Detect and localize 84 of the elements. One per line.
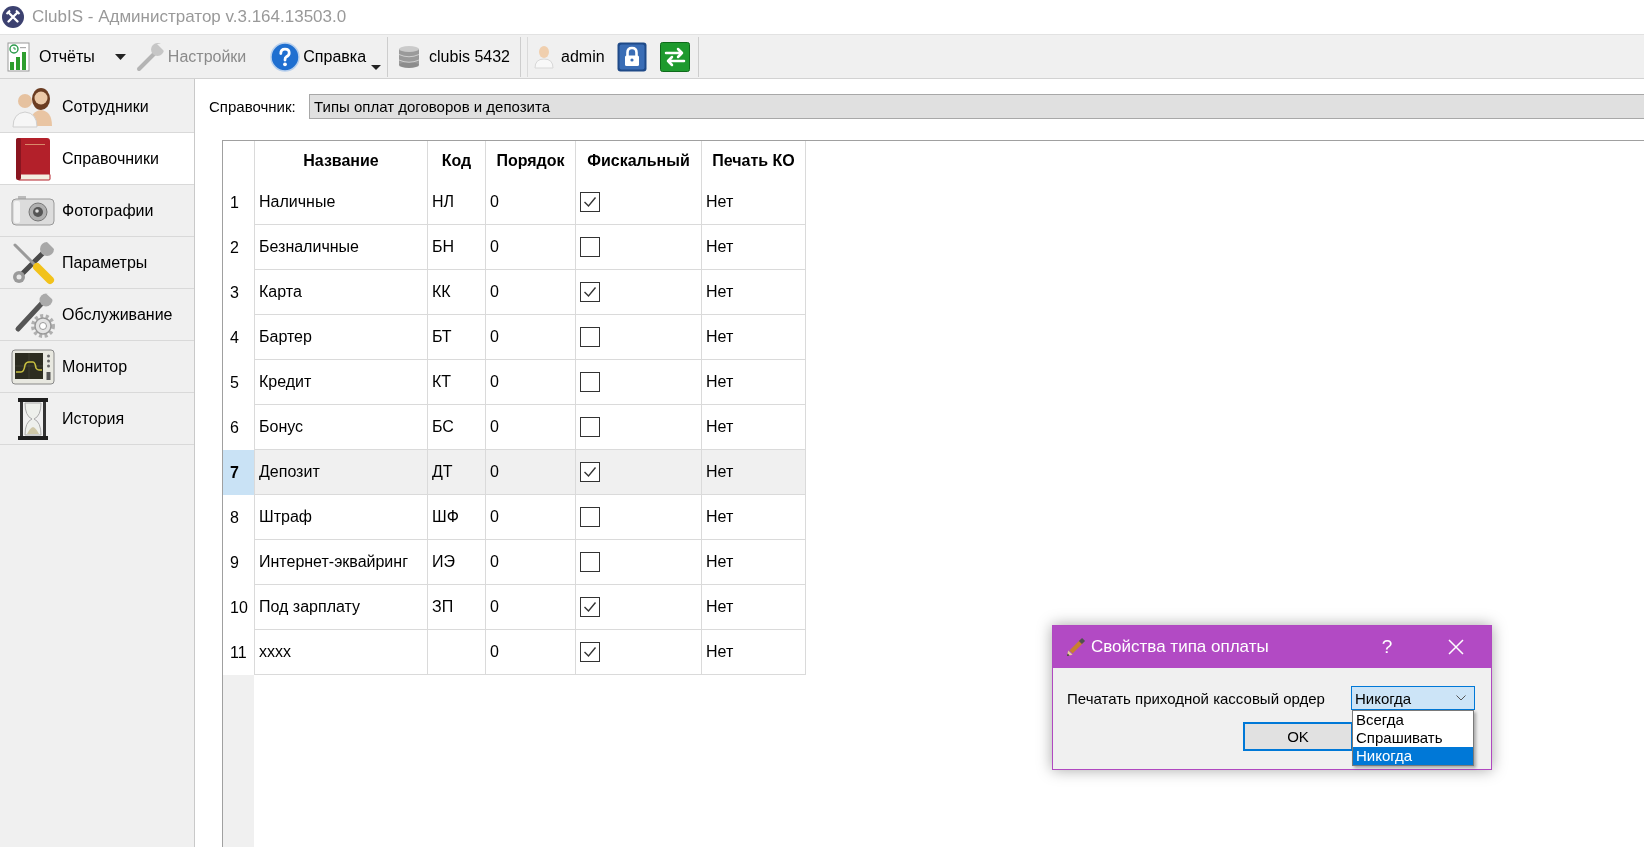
table-cell: 0 [486, 180, 576, 225]
table-cell: 0 [486, 495, 576, 540]
caret-icon [371, 64, 382, 70]
help-button[interactable]: ? [1367, 626, 1407, 668]
table-cell: Бонус [254, 405, 428, 450]
table-cell: Нет [702, 360, 806, 405]
pencil-icon [1066, 637, 1086, 657]
table-cell: 0 [486, 360, 576, 405]
table-cell: 0 [486, 450, 576, 495]
table-cell: Нет [702, 450, 806, 495]
checkbox[interactable] [580, 642, 600, 662]
checkbox[interactable] [580, 327, 600, 347]
table-cell: КТ [428, 360, 486, 405]
dialog-title: Свойства типа оплаты [1091, 637, 1270, 657]
table-cell: Нет [702, 540, 806, 585]
table-cell: 0 [486, 270, 576, 315]
dropdown-option[interactable]: Всегда [1353, 711, 1473, 729]
table-cell: Бартер [254, 315, 428, 360]
table-cell: 0 [486, 585, 576, 630]
chevron-down-icon [1456, 695, 1466, 701]
user-button[interactable]: admin [534, 37, 605, 76]
table-cell: Карта [254, 270, 428, 315]
table-cell: 0 [486, 630, 576, 675]
table-cell: Нет [702, 225, 806, 270]
checkbox[interactable] [580, 597, 600, 617]
table-cell: ЗП [428, 585, 486, 630]
user-icon [534, 44, 554, 69]
caret-icon [114, 53, 126, 60]
dropdown-option[interactable]: Спрашивать [1353, 729, 1473, 747]
dropdown[interactable]: Никогда [1351, 686, 1475, 710]
table-cell: Нет [702, 405, 806, 450]
table-cell: Безналичные [254, 225, 428, 270]
table-cell: Интернет-эквайринг [254, 540, 428, 585]
help-menu-button[interactable]: Справка [270, 37, 382, 76]
database-button[interactable]: clubis 5432 [398, 37, 510, 76]
row-number[interactable]: 7 [223, 450, 254, 495]
ok-button[interactable]: OK [1243, 722, 1353, 751]
table-cell: 0 [486, 225, 576, 270]
table-cell: 0 [486, 315, 576, 360]
checkbox[interactable] [580, 417, 600, 437]
table-cell: Нет [702, 630, 806, 675]
table-cell: Нет [702, 180, 806, 225]
table-cell: Нет [702, 495, 806, 540]
table-cell: Нет [702, 270, 806, 315]
table-cell: Штраф [254, 495, 428, 540]
field-label: Печатать приходной кассовый ордер [1067, 689, 1325, 707]
table-cell: Нет [702, 315, 806, 360]
table-cell: Депозит [254, 450, 428, 495]
table-cell: Под зарплату [254, 585, 428, 630]
swap-arrows-icon [659, 41, 690, 72]
dropdown-option[interactable]: Никогда [1353, 747, 1473, 765]
table-cell: Кредит [254, 360, 428, 405]
window-title: ClubIS - Администратор v.3.164.13503.0 [32, 7, 347, 27]
table-cell [428, 630, 486, 675]
table-cell: БС [428, 405, 486, 450]
close-icon [1448, 639, 1464, 655]
table-cell: ДТ [428, 450, 486, 495]
checkbox[interactable] [580, 237, 600, 257]
directory-field[interactable]: Типы оплат договоров и депозита [309, 94, 1644, 119]
table-cell: КК [428, 270, 486, 315]
checkbox[interactable] [580, 552, 600, 572]
lock-icon [616, 41, 647, 72]
table-cell: БТ [428, 315, 486, 360]
bar-chart-icon [7, 41, 31, 72]
checkbox[interactable] [580, 462, 600, 482]
database-icon [398, 44, 421, 69]
reports-button[interactable]: Отчёты [7, 37, 95, 76]
checkbox[interactable] [580, 192, 600, 212]
table-cell: Наличные [254, 180, 428, 225]
table-cell: 0 [486, 540, 576, 585]
tools-icon [10, 239, 56, 286]
table-cell: БН [428, 225, 486, 270]
checkbox[interactable] [580, 282, 600, 302]
table-cell: 0 [486, 405, 576, 450]
field-label: Справочник: [209, 98, 297, 115]
help-icon [270, 41, 301, 72]
table-cell: ШФ [428, 495, 486, 540]
table-cell: Нет [702, 585, 806, 630]
checkbox[interactable] [580, 507, 600, 527]
table-cell: ИЭ [428, 540, 486, 585]
table-cell: xxxx [254, 630, 428, 675]
sidebar-item[interactable]: Справочники [0, 133, 194, 185]
checkbox[interactable] [580, 372, 600, 392]
table-cell: НЛ [428, 180, 486, 225]
